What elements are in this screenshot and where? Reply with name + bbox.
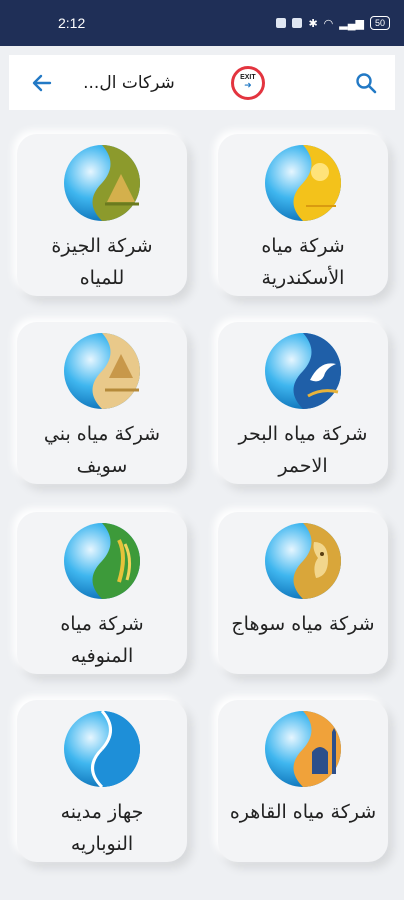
bluetooth-icon: ✱	[308, 17, 318, 30]
app-bar: شركات ال... EXIT ➜	[9, 55, 395, 110]
notification-icon	[276, 18, 287, 28]
giza-water-logo-icon	[64, 145, 140, 221]
status-icons: ✱ ◠ ▂▄▆ 50	[276, 16, 390, 30]
page-title: شركات ال...	[83, 72, 175, 93]
company-card-red-sea[interactable]: شركة مياه البحر الاحمر	[218, 322, 388, 484]
company-label: شركة الجيزة للمياه	[51, 235, 153, 289]
alarm-icon	[292, 18, 303, 28]
beni-suef-water-logo-icon	[64, 333, 140, 409]
company-label: شركة مياه بني سويف	[43, 423, 161, 477]
menoufia-water-logo-icon	[64, 523, 140, 599]
exit-button[interactable]: EXIT ➜	[230, 65, 265, 100]
company-label: شركة مياه القاهره	[229, 801, 377, 823]
sohag-water-logo-icon	[265, 523, 341, 599]
search-button[interactable]	[351, 68, 381, 98]
search-icon	[356, 72, 377, 93]
company-label: جهاز مدينه النوباريه	[60, 801, 144, 855]
cairo-water-logo-icon	[265, 711, 341, 787]
back-button[interactable]	[27, 68, 57, 98]
red-sea-water-logo-icon	[265, 333, 341, 409]
company-label: شركة مياه المنوفيه	[60, 613, 144, 667]
wifi-icon: ◠	[323, 17, 334, 30]
company-card-giza[interactable]: شركة الجيزة للمياه	[17, 134, 187, 296]
status-time: 2:12	[58, 15, 86, 31]
signal-icon: ▂▄▆	[339, 17, 364, 30]
company-card-menoufia[interactable]: شركة مياه المنوفيه	[17, 512, 187, 674]
exit-arrow-icon: ➜	[244, 81, 252, 91]
alexandria-water-logo-icon	[265, 145, 341, 221]
company-card-sohag[interactable]: شركة مياه سوهاج	[218, 512, 388, 674]
company-card-cairo[interactable]: شركة مياه القاهره	[218, 700, 388, 862]
battery-indicator: 50	[369, 16, 390, 30]
company-label: شركة مياه الأسكندرية	[261, 235, 345, 289]
status-bar: 2:12 ✱ ◠ ▂▄▆ 50	[0, 0, 404, 46]
company-card-nubaria[interactable]: جهاز مدينه النوباريه	[17, 700, 187, 862]
company-label: شركة مياه البحر الاحمر	[238, 423, 368, 477]
arrow-left-icon	[32, 74, 52, 91]
company-card-alexandria[interactable]: شركة مياه الأسكندرية	[218, 134, 388, 296]
company-label: شركة مياه سوهاج	[231, 613, 375, 635]
company-card-beni-suef[interactable]: شركة مياه بني سويف	[17, 322, 187, 484]
nubaria-water-logo-icon	[64, 710, 140, 789]
